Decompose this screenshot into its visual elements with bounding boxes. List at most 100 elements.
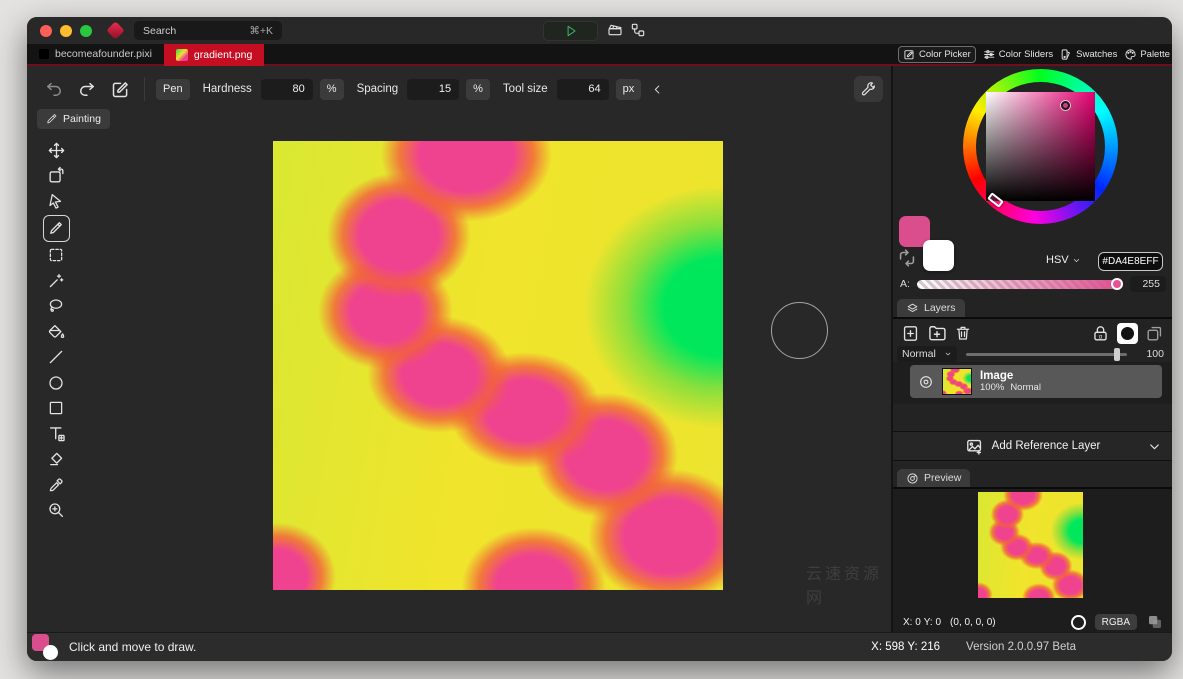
mode-chip-painting[interactable]: Painting [37,109,110,129]
undo-button[interactable] [41,76,67,102]
tool-size-input[interactable]: 64 [557,79,609,100]
visibility-eye-icon[interactable] [918,374,934,390]
tool-zoom[interactable] [43,498,70,522]
add-reference-layer-button[interactable]: Add Reference Layer [893,431,1172,461]
alpha-row: A: 255 [900,277,1166,291]
layer-name: Image [980,370,1041,382]
edit-button[interactable] [107,76,133,102]
branch-nodes-icon [630,22,646,38]
statusbar-secondary-swatch[interactable] [43,645,58,660]
opacity-slider[interactable] [966,353,1127,356]
chevron-down-icon[interactable] [1147,439,1162,454]
tab-swatches[interactable]: Swatches [1060,48,1117,61]
color-model-dropdown[interactable]: HSV [1046,254,1081,266]
tool-transform[interactable] [43,164,70,188]
pixel-status-row: X: 0 Y: 0 (0, 0, 0, 0) RGBA [903,613,1164,631]
merge-layers-icon[interactable] [1145,324,1164,343]
transform-icon [47,166,66,185]
opacity-slider-handle[interactable] [1114,348,1120,361]
alpha-value[interactable]: 255 [1130,276,1166,292]
mask-toggle[interactable] [1117,323,1138,344]
delete-layer-icon[interactable] [954,324,972,342]
collapse-toolbar-button[interactable] [648,76,666,102]
document-tab-gradient[interactable]: gradient.png [164,44,264,66]
tab-palette[interactable]: Palette [1124,48,1170,61]
tool-eyedropper[interactable] [43,473,70,497]
tool-ellipse[interactable] [43,371,70,395]
play-button[interactable] [543,21,598,41]
add-image-icon [965,437,984,456]
version-control-button[interactable] [630,22,646,38]
swap-arrows-icon [896,247,918,269]
magic-wand-icon [47,272,65,290]
layer-thumbnail [942,368,972,395]
tool-magic-wand[interactable] [43,269,70,293]
line-icon [47,348,65,366]
add-layer-icon[interactable] [901,324,920,343]
tool-select[interactable] [43,189,70,213]
tool-pen[interactable] [43,215,70,242]
add-group-icon[interactable] [927,323,947,343]
right-panel: HSV #DA4E8EFF A: 255 Layers α [893,66,1172,632]
color-circle-icon[interactable] [1071,615,1086,630]
swap-colors-button[interactable] [896,247,918,269]
hex-color-field[interactable]: #DA4E8EFF [1098,252,1163,271]
rectangle-icon [47,399,65,417]
color-mode-chip[interactable]: RGBA [1095,614,1137,630]
animation-button[interactable] [607,22,623,38]
swatch-book-icon [1060,48,1073,61]
move-icon [47,141,66,160]
drawing-canvas[interactable] [273,141,723,590]
lasso-icon [47,297,65,315]
pen-icon [47,219,65,237]
alpha-slider[interactable] [917,280,1123,289]
opacity-value[interactable]: 100 [1136,348,1164,360]
version-label: Version 2.0.0.97 Beta [966,641,1076,653]
secondary-color-swatch[interactable] [923,240,954,271]
blend-mode-dropdown[interactable]: Normal [897,346,957,362]
hardness-unit: % [320,79,344,100]
tool-fill[interactable] [43,320,70,344]
tool-marquee[interactable] [43,243,70,267]
paint-bucket-icon [47,323,65,341]
hue-wheel[interactable] [963,69,1118,224]
alpha-label: A: [900,278,910,290]
tool-rectangle[interactable] [43,396,70,420]
tool-lasso[interactable] [43,294,70,318]
redo-button[interactable] [74,76,100,102]
tool-eraser[interactable] [43,447,70,471]
sv-marker[interactable] [1061,101,1070,110]
layer-row-image[interactable]: Image 100% Normal [910,365,1162,398]
titlebar: Search ⌘+K [27,17,1172,44]
tool-move[interactable] [43,138,70,162]
spacing-input[interactable]: 15 [407,79,459,100]
mask-icon [1121,327,1134,340]
eyedropper-icon [47,476,65,494]
tool-line[interactable] [43,345,70,369]
document-thumbnail-icon [176,49,188,61]
caret-down-icon [944,350,952,358]
tab-color-picker[interactable]: Color Picker [898,46,976,63]
tab-strip: becomeafounder.pixi gradient.png Color P… [27,44,1172,66]
tool-size-label: Tool size [503,83,548,95]
document-tab-becomeafounder[interactable]: becomeafounder.pixi [27,44,164,64]
status-bar: Click and move to draw. X: 598 Y: 216 Ve… [27,632,1172,661]
layered-squares-icon[interactable] [1146,613,1164,631]
maximize-window-button[interactable] [80,25,92,37]
search-input[interactable]: Search ⌘+K [134,21,282,40]
close-window-button[interactable] [40,25,52,37]
layers-panel-tab[interactable]: Layers [897,299,965,317]
marquee-icon [47,246,65,264]
minimize-window-button[interactable] [60,25,72,37]
saturation-value-square[interactable] [986,92,1095,201]
statusbar-color-swatches[interactable] [27,633,69,662]
tab-color-sliders[interactable]: Color Sliders [983,48,1053,61]
tool-text[interactable] [43,422,70,446]
tool-palette [41,138,71,522]
hardness-input[interactable]: 80 [261,79,313,100]
lock-alpha-icon[interactable]: α [1091,324,1110,343]
tool-settings-button[interactable] [854,76,883,102]
preview-panel-tab[interactable]: Preview [897,469,970,487]
app-logo-icon [106,21,124,39]
alpha-slider-handle[interactable] [1111,278,1123,290]
